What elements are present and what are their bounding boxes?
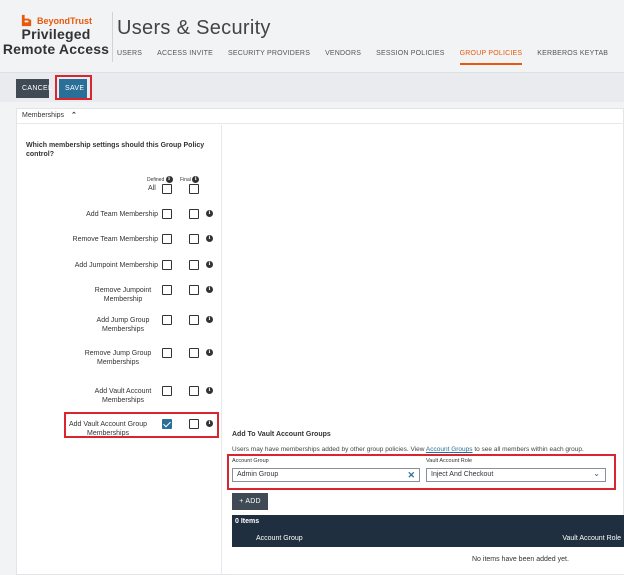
row-label-add-team-membership: Add Team Membership: [86, 211, 158, 218]
add-button[interactable]: + ADD: [232, 493, 268, 510]
vault-account-role-select[interactable]: Inject And Checkout ⌄: [426, 468, 606, 482]
all-final-checkbox[interactable]: [189, 184, 199, 194]
vault-section-description: Users may have memberships added by othe…: [232, 446, 584, 453]
vault-account-role-value: Inject And Checkout: [431, 471, 494, 478]
tab-session-policies[interactable]: SESSION POLICIES: [376, 50, 445, 65]
column-header-account-group[interactable]: Account Group: [256, 535, 303, 542]
info-icon[interactable]: i: [165, 176, 173, 183]
final-header-label: Final: [180, 176, 191, 183]
row-label-add-vault-account-memberships: Add Vault Account Memberships: [94, 388, 152, 404]
account-group-field-value: Admin Group: [237, 471, 279, 478]
row-label-remove-jump-group-memberships: Remove Jump Group Memberships: [84, 350, 152, 366]
defined-column-header: Defined i: [147, 176, 173, 183]
section-header[interactable]: Memberships ⌃: [17, 109, 624, 124]
add-jump-group-final-checkbox[interactable]: [189, 315, 199, 325]
remove-jumpoint-defined-checkbox[interactable]: [162, 285, 172, 295]
info-icon[interactable]: i: [206, 210, 213, 217]
save-highlight-box: [55, 75, 92, 100]
chevron-up-icon[interactable]: ⌃: [71, 111, 77, 119]
add-team-final-checkbox[interactable]: [189, 209, 199, 219]
column-header-vault-account-role[interactable]: Vault Account Role: [562, 535, 621, 542]
page-title: Users & Security: [117, 17, 271, 39]
final-column-header: Final i: [180, 176, 200, 183]
account-group-field[interactable]: Admin Group ✕: [232, 468, 420, 482]
memberships-panel: Memberships ⌃ Which membership settings …: [16, 108, 624, 575]
remove-jumpoint-final-checkbox[interactable]: [189, 285, 199, 295]
tab-access-invite[interactable]: ACCESS INVITE: [157, 50, 213, 65]
action-toolbar: CANCEL SAVE: [0, 72, 624, 102]
add-jumpoint-final-checkbox[interactable]: [189, 260, 199, 270]
vault-desc-text-before: Users may have memberships added by othe…: [232, 446, 426, 453]
row-label-add-jump-group-memberships: Add Jump Group Memberships: [96, 317, 150, 333]
tab-vendors[interactable]: VENDORS: [325, 50, 361, 65]
app-header: BeyondTrust Privileged Remote Access Use…: [0, 0, 624, 72]
empty-grid-message: No items have been added yet.: [472, 556, 569, 563]
vault-group-row-highlight-box: [64, 412, 219, 438]
tab-security-providers[interactable]: SECURITY PROVIDERS: [228, 50, 310, 65]
items-count: 0 Items: [235, 518, 260, 525]
account-groups-link[interactable]: Account Groups: [426, 446, 473, 453]
clear-icon[interactable]: ✕: [407, 469, 415, 481]
tab-kerberos-keytab[interactable]: KERBEROS KEYTAB: [537, 50, 608, 65]
account-group-field-label: Account Group: [232, 458, 269, 464]
vault-account-role-field-label: Vault Account Role: [426, 458, 473, 464]
row-label-remove-jumpoint-membership: Remove Jumpoint Membership: [94, 287, 152, 303]
info-icon[interactable]: i: [206, 235, 213, 242]
cancel-button[interactable]: CANCEL: [16, 79, 52, 98]
defined-header-label: Defined: [147, 176, 165, 183]
add-vault-account-defined-checkbox[interactable]: [162, 386, 172, 396]
all-label: All: [148, 185, 156, 192]
info-icon[interactable]: i: [206, 286, 213, 293]
add-jumpoint-defined-checkbox[interactable]: [162, 260, 172, 270]
membership-question: Which membership settings should this Gr…: [26, 142, 205, 158]
tab-users[interactable]: USERS: [117, 50, 142, 65]
info-icon[interactable]: i: [206, 316, 213, 323]
remove-team-final-checkbox[interactable]: [189, 234, 199, 244]
add-jump-group-defined-checkbox[interactable]: [162, 315, 172, 325]
info-icon[interactable]: i: [192, 176, 200, 183]
chevron-down-icon[interactable]: ⌄: [593, 468, 600, 480]
row-label-add-jumpoint-membership: Add Jumpoint Membership: [74, 262, 158, 269]
remove-team-defined-checkbox[interactable]: [162, 234, 172, 244]
remove-jump-group-defined-checkbox[interactable]: [162, 348, 172, 358]
brand-logo-block: BeyondTrust Privileged Remote Access: [0, 14, 112, 57]
tab-bar: USERS ACCESS INVITE SECURITY PROVIDERS V…: [117, 50, 623, 65]
vault-section-title: Add To Vault Account Groups: [232, 431, 331, 438]
info-icon[interactable]: i: [206, 387, 213, 394]
all-defined-checkbox[interactable]: [162, 184, 172, 194]
add-team-defined-checkbox[interactable]: [162, 209, 172, 219]
vault-groups-grid-body: No items have been added yet.: [232, 547, 624, 575]
remove-jump-group-final-checkbox[interactable]: [189, 348, 199, 358]
add-vault-account-final-checkbox[interactable]: [189, 386, 199, 396]
header-divider: [112, 12, 113, 62]
row-label-remove-team-membership: Remove Team Membership: [72, 236, 158, 243]
tab-group-policies[interactable]: GROUP POLICIES: [459, 50, 523, 65]
product-name-line2: Remote Access: [2, 41, 110, 57]
product-name-line1: Privileged: [21, 26, 91, 42]
brand-name: BeyondTrust: [36, 15, 92, 26]
section-title: Memberships: [22, 112, 65, 119]
vault-desc-text-after: to see all members within each group.: [472, 446, 584, 453]
info-icon[interactable]: i: [206, 349, 213, 356]
vault-groups-grid-header: 0 Items Account Group Vault Account Role: [232, 515, 624, 547]
info-icon[interactable]: i: [206, 261, 213, 268]
